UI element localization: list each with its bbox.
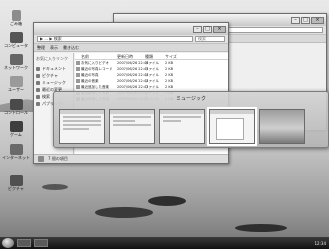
switcher-title: ミュージック xyxy=(176,96,206,102)
toolbar-organize[interactable]: 整理 xyxy=(37,45,45,51)
desktop-icon-user[interactable]: ユーザー xyxy=(3,76,29,92)
rock xyxy=(235,224,287,232)
quick-launch-switcher[interactable] xyxy=(34,239,48,247)
toolbar-view[interactable]: 表示 xyxy=(50,45,58,51)
file-list-header: 名前 更新日時 種類 サイズ xyxy=(75,53,228,60)
desktop-icon-recycle-bin[interactable]: ごみ箱 xyxy=(3,10,29,26)
desktop-icon-games[interactable]: ゲーム xyxy=(3,121,29,137)
folder-icon xyxy=(38,156,44,162)
network-icon xyxy=(9,54,23,65)
column-header-name[interactable]: 名前 xyxy=(81,53,117,60)
explorer-titlebar[interactable]: – □ × xyxy=(34,23,228,35)
saved-search-icon xyxy=(76,79,80,83)
minimize-button[interactable]: – xyxy=(291,16,300,24)
column-header-type[interactable]: 種類 xyxy=(145,53,165,60)
favorites-header: お気に入りリンク xyxy=(36,56,68,61)
toolbar-burn[interactable]: 書き込む xyxy=(63,45,79,51)
photo-icon xyxy=(9,175,23,186)
status-bar: 7 個の項目 xyxy=(34,154,228,163)
maximize-button[interactable]: □ xyxy=(301,16,310,24)
address-field[interactable]: ▶ ... ▶ 検索 xyxy=(37,36,193,42)
address-bar: ▶ ... ▶ 検索 検索 xyxy=(34,35,228,44)
switcher-thumb-music[interactable] xyxy=(159,109,205,144)
saved-search-icon xyxy=(76,73,80,77)
search-input[interactable]: 検索 xyxy=(195,36,225,42)
sidebar-item-pictures[interactable]: ピクチャ xyxy=(36,72,71,79)
control-panel-icon xyxy=(9,99,23,110)
thumb-titlebar xyxy=(110,110,154,114)
thumb-titlebar xyxy=(210,110,254,114)
thumb-line xyxy=(113,116,151,118)
maximize-button[interactable]: □ xyxy=(203,25,212,33)
folder-icon xyxy=(36,80,40,85)
close-button[interactable]: × xyxy=(311,16,324,24)
close-button[interactable]: × xyxy=(213,25,226,33)
media-icon xyxy=(9,121,23,132)
thumb-titlebar xyxy=(60,110,104,114)
status-text: 7 個の項目 xyxy=(48,156,68,161)
computer-icon xyxy=(9,32,23,43)
switcher-thumb-document[interactable] xyxy=(207,107,257,146)
thumb-line xyxy=(63,116,101,118)
thumb-line xyxy=(63,120,101,122)
thumb-titlebar xyxy=(160,110,204,114)
column-header-extra xyxy=(183,53,228,60)
switcher-thumb-folder[interactable] xyxy=(109,109,155,144)
desktop-icon-computer[interactable]: コンピュータ xyxy=(3,32,29,48)
switcher-thumb-explorer[interactable] xyxy=(59,109,105,144)
desktop-icon-pictures[interactable]: ピクチャ xyxy=(3,175,29,191)
thumb-line xyxy=(163,116,201,118)
sidebar-item-documents[interactable]: ドキュメント xyxy=(36,65,71,72)
folder-icon xyxy=(36,101,40,106)
rock xyxy=(42,184,68,190)
thumb-landscape xyxy=(260,110,304,143)
sidebar-item-music[interactable]: ミュージック xyxy=(36,79,71,86)
saved-search-icon xyxy=(76,67,80,71)
switcher-thumb-desktop[interactable] xyxy=(259,109,305,144)
system-tray-clock[interactable]: 12:34 xyxy=(314,241,326,246)
start-button[interactable] xyxy=(2,238,14,248)
thumb-line xyxy=(163,120,181,122)
thumb-document xyxy=(216,118,244,140)
desktop-icon-network[interactable]: ネットワーク xyxy=(3,54,29,70)
taskbar: 12:34 xyxy=(0,237,329,249)
search-icon xyxy=(36,94,40,99)
user-folder-icon xyxy=(9,76,23,87)
quick-launch-desktop[interactable] xyxy=(17,239,31,247)
ie-icon xyxy=(9,144,23,155)
folder-icon xyxy=(36,66,40,71)
recycle-bin-icon xyxy=(11,10,21,21)
saved-search-icon xyxy=(76,61,80,65)
rock xyxy=(95,207,153,218)
desktop-icon-internet[interactable]: インターネット xyxy=(2,144,30,160)
folder-icon xyxy=(36,87,40,92)
thumb-line xyxy=(63,124,101,126)
minimize-button[interactable]: – xyxy=(193,25,202,33)
explorer-toolbar: 整理 表示 書き込む xyxy=(34,44,228,52)
column-header-size[interactable]: サイズ xyxy=(165,53,183,60)
saved-search-icon xyxy=(76,85,80,89)
window-switcher: ミュージック xyxy=(53,91,329,148)
folder-icon xyxy=(36,73,40,78)
column-header-date[interactable]: 更新日時 xyxy=(117,53,145,60)
desktop-icon-control-panel[interactable]: コントロール xyxy=(3,99,29,115)
thumb-line xyxy=(113,120,135,122)
thumb-line xyxy=(113,124,151,126)
rock xyxy=(148,196,186,206)
thumb-line xyxy=(63,128,90,130)
